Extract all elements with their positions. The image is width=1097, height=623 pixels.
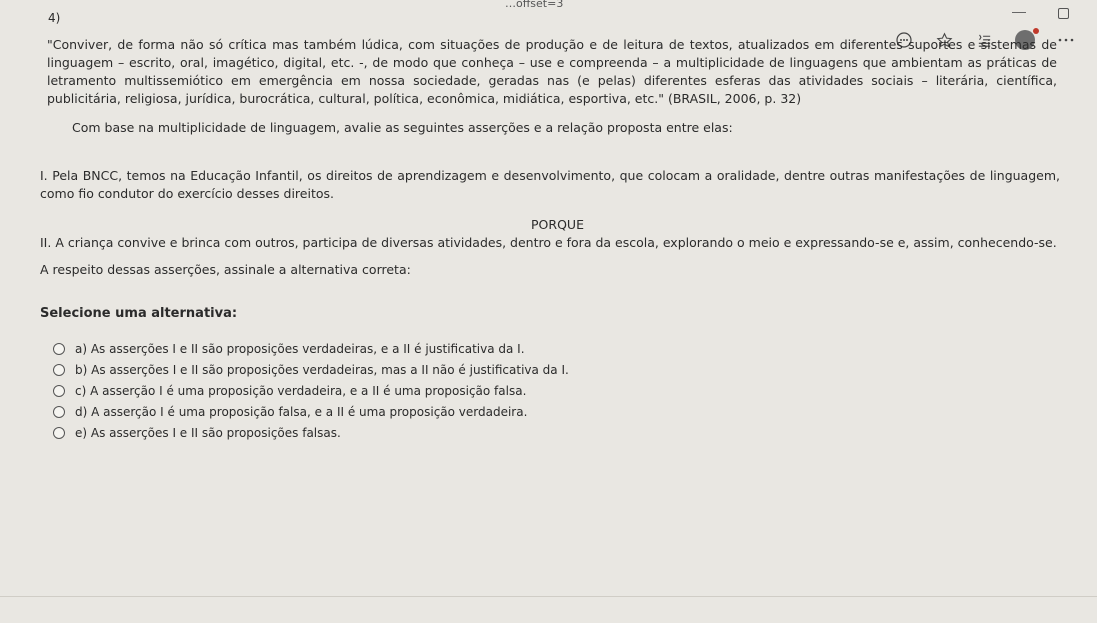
question-number: 4) (48, 11, 61, 25)
minimize-icon[interactable] (1012, 12, 1026, 13)
option-c[interactable]: c) A asserção I é uma proposição verdade… (53, 380, 1075, 401)
question-quote: "Conviver, de forma não só crítica mas t… (47, 37, 1057, 106)
restore-window-icon[interactable] (1058, 8, 1069, 19)
option-label[interactable]: b) As asserções I e II são proposições v… (75, 361, 569, 379)
assertion-1: I. Pela BNCC, temos na Educação Infantil… (40, 168, 1060, 201)
option-label[interactable]: d) A asserção I é uma proposição falsa, … (75, 403, 527, 421)
page-divider (0, 596, 1097, 597)
option-b[interactable]: b) As asserções I e II são proposições v… (53, 359, 1075, 380)
radio-button[interactable] (53, 426, 65, 439)
option-label[interactable]: c) A asserção I é uma proposição verdade… (75, 382, 526, 400)
option-d[interactable]: d) A asserção I é uma proposição falsa, … (53, 401, 1075, 422)
select-label: Selecione uma alternativa: (40, 306, 238, 321)
radio-button[interactable] (53, 342, 65, 355)
assertion-2: II. A criança convive e brinca com outro… (40, 235, 1057, 250)
browser-toolbar: …offset=3 (0, 0, 1097, 50)
url-fragment[interactable]: …offset=3 (505, 0, 563, 10)
radio-button[interactable] (53, 405, 65, 418)
question-prompt: Com base na multiplicidade de linguagem,… (72, 120, 733, 135)
respect-text: A respeito dessas asserções, assinale a … (40, 262, 411, 277)
option-a[interactable]: a) As asserções I e II são proposições v… (53, 338, 1075, 359)
connector-porque: PORQUE (531, 217, 584, 232)
option-e[interactable]: e) As asserções I e II são proposições f… (53, 422, 1075, 443)
option-label[interactable]: a) As asserções I e II são proposições v… (75, 340, 525, 358)
answer-options: a) As asserções I e II são proposições v… (40, 338, 1075, 443)
option-label[interactable]: e) As asserções I e II são proposições f… (75, 424, 341, 442)
radio-button[interactable] (53, 363, 65, 376)
radio-button[interactable] (53, 384, 65, 397)
question-content: "Conviver, de forma não só crítica mas t… (40, 36, 1075, 443)
